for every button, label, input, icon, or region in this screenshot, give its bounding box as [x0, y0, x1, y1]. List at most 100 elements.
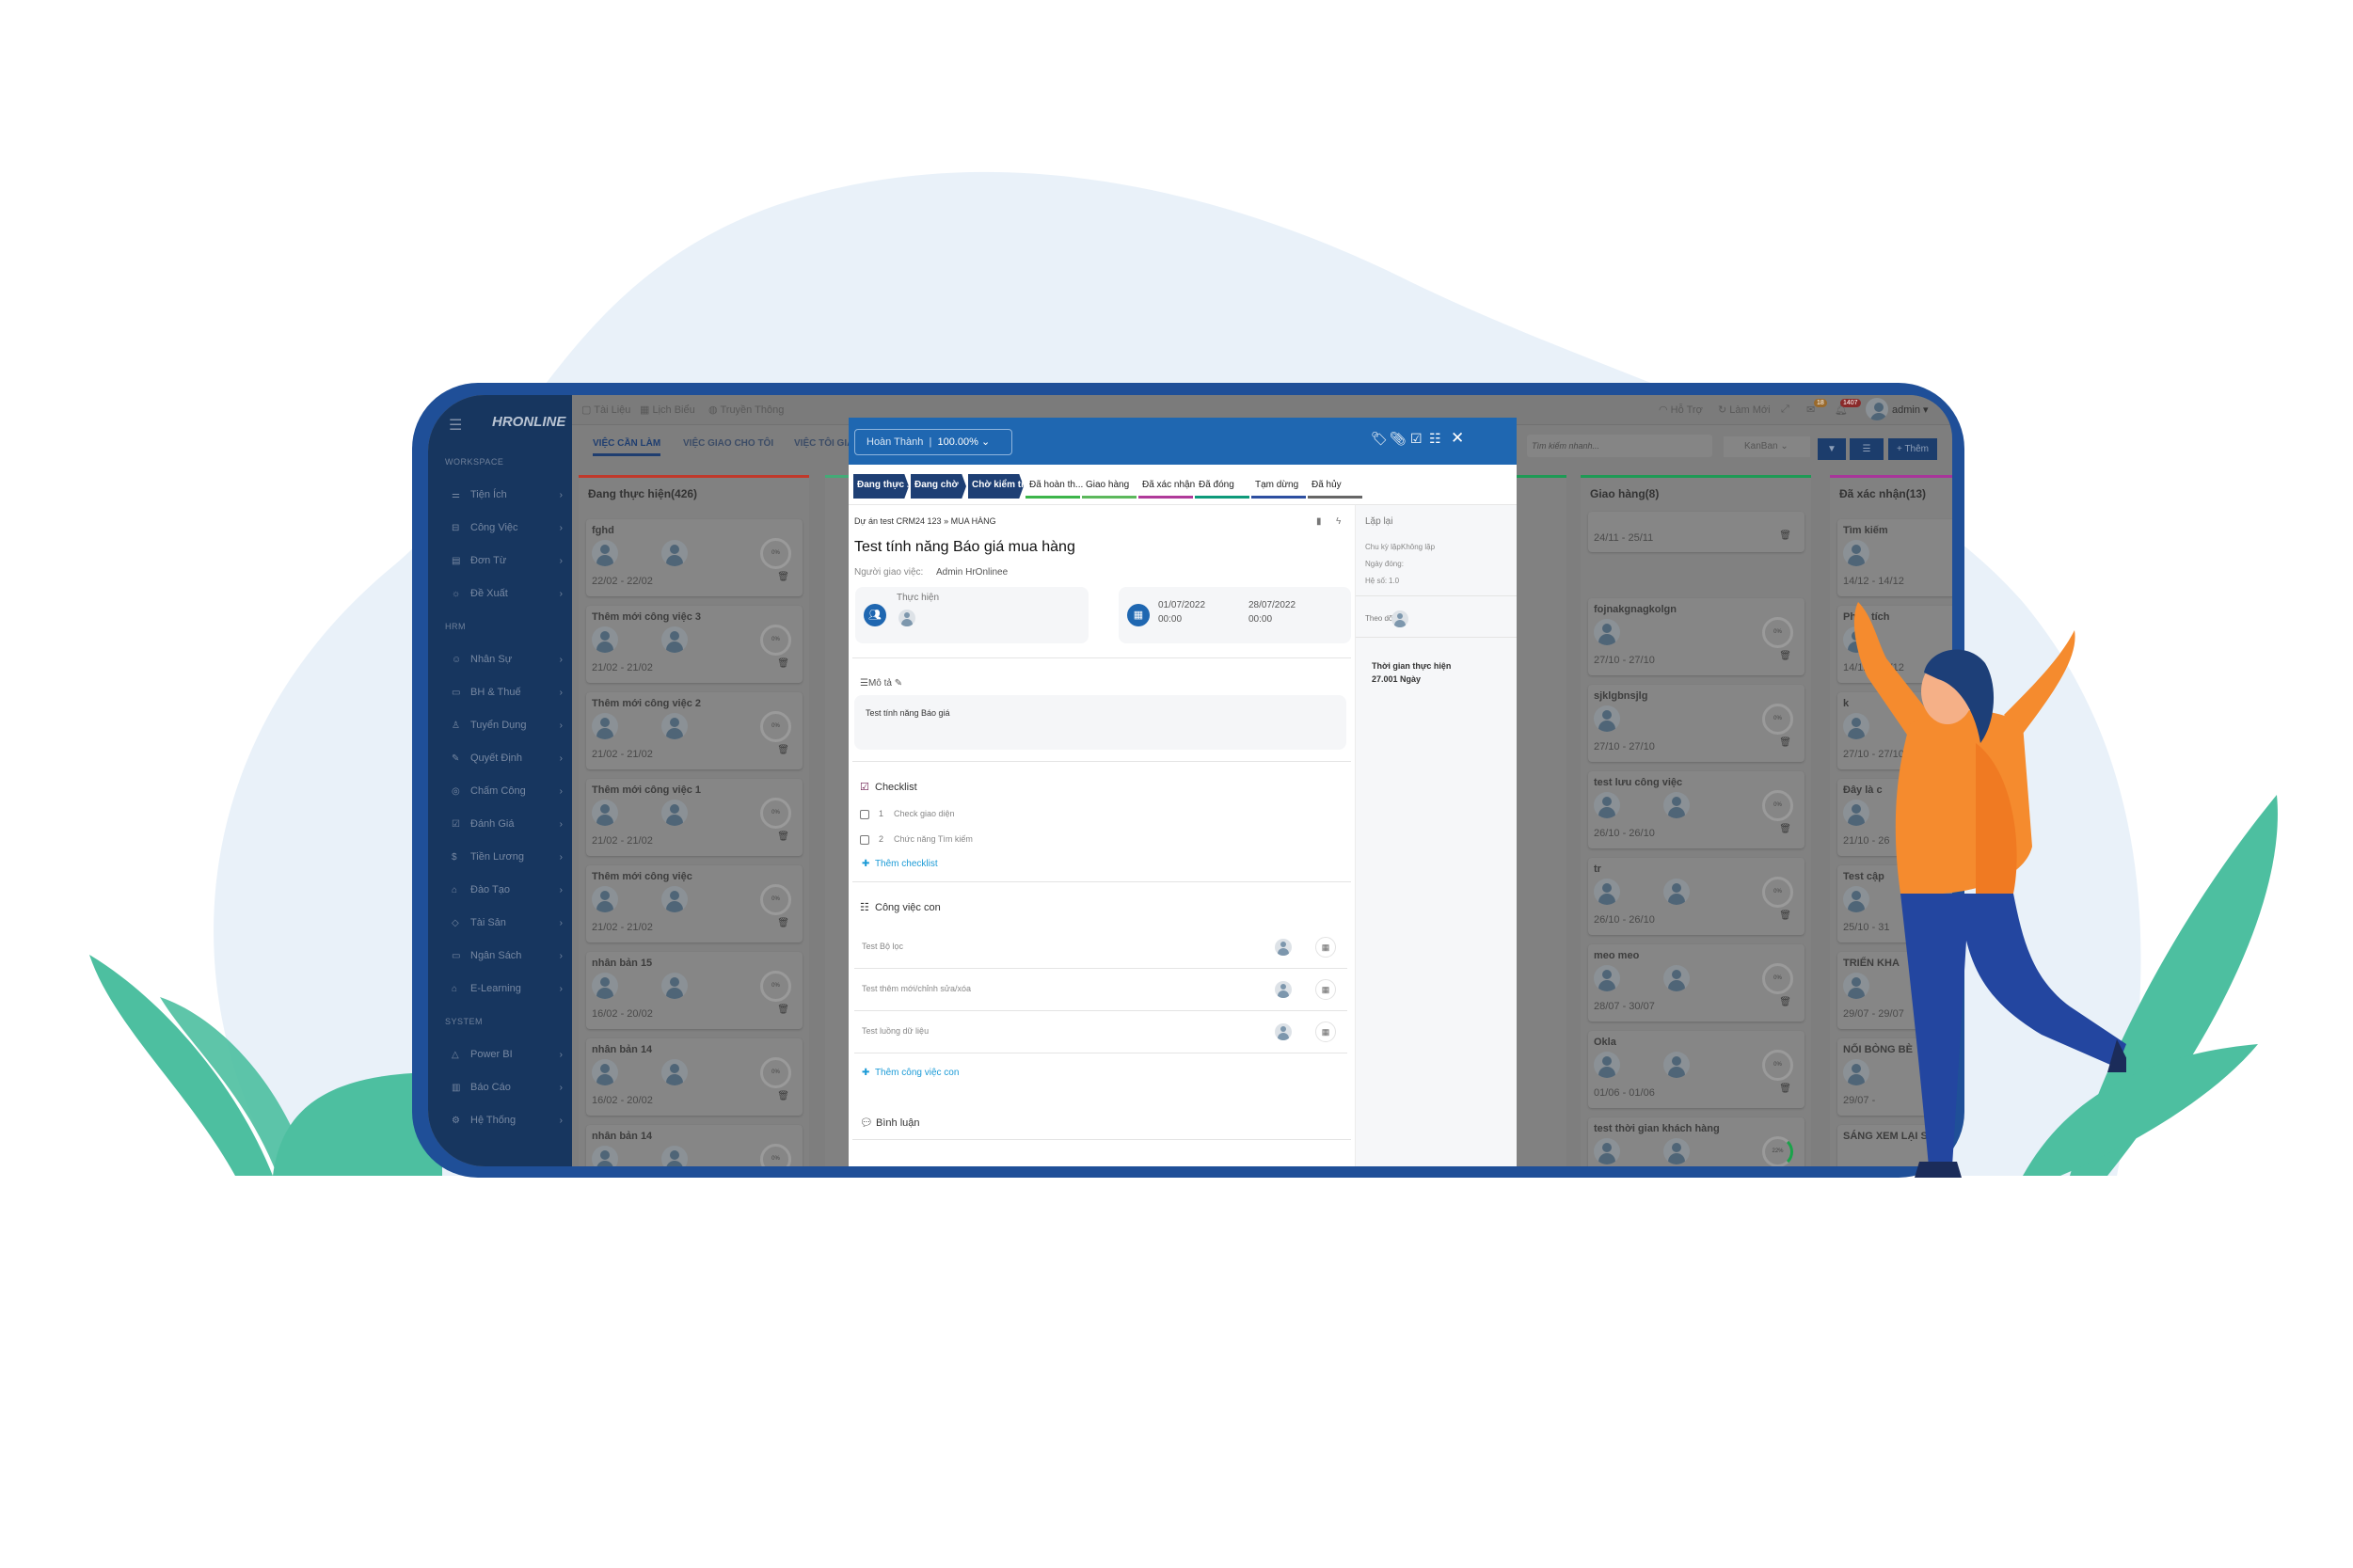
- assignee-avatar[interactable]: [1594, 619, 1620, 645]
- description-box[interactable]: Test tính năng Báo giá: [854, 695, 1346, 750]
- fullscreen-icon[interactable]: ⤢: [1781, 404, 1789, 416]
- assignee-avatar[interactable]: [1594, 705, 1620, 732]
- trash-icon[interactable]: 🗑︎: [1779, 737, 1791, 748]
- stage-tab[interactable]: Tạm dừng: [1251, 474, 1306, 499]
- performer-box[interactable]: 👥︎ Thực hiện: [855, 587, 1089, 643]
- stage-tab[interactable]: Giao hàng: [1082, 474, 1137, 499]
- task-card[interactable]: Thêm mới công việc 3 21/02 - 21/02 0% 🗑︎: [586, 606, 803, 683]
- task-card[interactable]: Thêm mới công việc 2 21/02 - 21/02 0% 🗑︎: [586, 692, 803, 769]
- task-card[interactable]: test thời gian khách hàng29/07 - 31/0822…: [1588, 1117, 1804, 1166]
- support-link[interactable]: ◠ Hỗ Trợ: [1659, 404, 1703, 416]
- checkbox-icon[interactable]: ☑: [1410, 431, 1423, 447]
- sidebar-item-nhân-sự[interactable]: ☺ Nhân Sự ›: [428, 643, 572, 676]
- assignee-avatar[interactable]: [1594, 792, 1620, 818]
- assignee-avatar[interactable]: [661, 973, 688, 999]
- task-card[interactable]: nhân bản 14 16/02 - 20/02 0% 🗑︎: [586, 1038, 803, 1116]
- assignee-avatar[interactable]: [592, 800, 618, 826]
- stage-tab[interactable]: Đã đóng: [1195, 474, 1249, 499]
- sidebar-item-đơn-từ[interactable]: ▤ Đơn Từ ›: [428, 545, 572, 578]
- trash-icon[interactable]: 🗑︎: [1779, 1084, 1791, 1094]
- sidebar-item-hệ-thống[interactable]: ⚙ Hệ Thống ›: [428, 1104, 572, 1137]
- documents-link[interactable]: ▢ Tài Liệu: [581, 404, 630, 416]
- add-button[interactable]: + Thêm: [1888, 438, 1937, 460]
- assignee-avatar[interactable]: [592, 713, 618, 739]
- sidebar-item-chấm-công[interactable]: ◎ Chấm Công ›: [428, 775, 572, 808]
- assignee-avatar[interactable]: [1663, 792, 1690, 818]
- checklist-text[interactable]: Check giao diện: [894, 809, 955, 818]
- sidebar-item-công-việc[interactable]: ⊟ Công Việc ›: [428, 512, 572, 545]
- subtask-row[interactable]: Test luồng dữ liệu ▦: [854, 1011, 1347, 1053]
- user-menu[interactable]: admin ▾: [1892, 404, 1929, 416]
- task-card[interactable]: meo meo 28/07 - 30/07 0% 🗑︎: [1588, 944, 1804, 1022]
- stage-tab[interactable]: Đang thực ...: [853, 474, 909, 499]
- assignee-avatar[interactable]: [1663, 1138, 1690, 1164]
- task-card[interactable]: tr 26/10 - 26/10 0% 🗑︎: [1588, 858, 1804, 935]
- breadcrumb[interactable]: Dự án test CRM24 123 » MUA HÀNG: [854, 516, 996, 526]
- assignee-avatar[interactable]: [1663, 965, 1690, 991]
- trash-icon[interactable]: 🗑︎: [1779, 997, 1791, 1007]
- tab-assigned-by-me[interactable]: VIỆC TÔI GIA: [794, 438, 853, 449]
- sidebar-item-tuyển-dụng[interactable]: ♙ Tuyển Dụng ›: [428, 709, 572, 742]
- trash-icon[interactable]: 🗑︎: [1779, 531, 1791, 541]
- task-card[interactable]: Thêm mới công việc 1 21/02 - 21/02 0% 🗑︎: [586, 779, 803, 856]
- trash-icon[interactable]: 🗑︎: [1779, 824, 1791, 834]
- assignee-avatar[interactable]: [1594, 965, 1620, 991]
- stage-tab[interactable]: Đã hủy: [1308, 474, 1362, 499]
- stage-tab[interactable]: Đã xác nhận: [1138, 474, 1195, 499]
- subtask-row[interactable]: Test Bộ lọc ▦: [854, 927, 1347, 969]
- paperclip-icon[interactable]: 📎︎: [1390, 431, 1407, 447]
- task-card[interactable]: fojnakgnagkolgn 27/10 - 27/10 0% 🗑︎: [1588, 598, 1804, 675]
- sidebar-item-power-bi[interactable]: △ Power BI ›: [428, 1038, 572, 1071]
- stage-tab[interactable]: Chờ kiểm tra: [968, 474, 1024, 499]
- assignee-avatar[interactable]: [592, 886, 618, 912]
- assignee-avatar[interactable]: [1594, 1052, 1620, 1078]
- assignee-avatar[interactable]: [661, 626, 688, 653]
- date-range-box[interactable]: ▦ 01/07/2022 00:00 28/07/2022 00:00: [1119, 587, 1351, 643]
- subtask-row[interactable]: Test thêm mới/chỉnh sửa/xóa ▦: [854, 969, 1347, 1011]
- task-card[interactable]: fghd 22/02 - 22/02 0% 🗑︎: [586, 519, 803, 596]
- sidebar-item-tiền-lương[interactable]: $ Tiền Lương ›: [428, 841, 572, 874]
- subtask-assignee-avatar[interactable]: [1275, 939, 1292, 956]
- quick-search-input[interactable]: Tìm kiếm nhanh...: [1527, 435, 1712, 457]
- checklist-checkbox[interactable]: [860, 810, 869, 819]
- assignee-avatar[interactable]: [592, 1059, 618, 1085]
- sidebar-item-quyết-định[interactable]: ✎ Quyết Định ›: [428, 742, 572, 775]
- subtask-calendar-icon[interactable]: ▦: [1315, 1022, 1336, 1042]
- assignee-avatar[interactable]: [661, 540, 688, 566]
- settings-button[interactable]: ☰: [1850, 438, 1884, 460]
- assignee-avatar[interactable]: [661, 886, 688, 912]
- sidebar-item-ngân-sách[interactable]: ▭ Ngân Sách ›: [428, 940, 572, 973]
- tab-todo[interactable]: VIỆC CẦN LÀM: [593, 438, 661, 456]
- subtask-calendar-icon[interactable]: ▦: [1315, 979, 1336, 1000]
- filter-button[interactable]: ▼: [1818, 438, 1846, 460]
- sidebar-item-tiện-ích[interactable]: ⚌ Tiện Ích ›: [428, 479, 572, 512]
- assignee-avatar[interactable]: [661, 713, 688, 739]
- trash-icon[interactable]: 🗑︎: [1779, 651, 1791, 661]
- task-card[interactable]: test lưu công việc 26/10 - 26/10 0% 🗑︎: [1588, 771, 1804, 848]
- sidebar-item-đào-tạo[interactable]: ⌂ Đào Tạo ›: [428, 874, 572, 907]
- cycle-value[interactable]: Không lặp: [1401, 543, 1435, 551]
- task-card[interactable]: nhân bản 15 16/02 - 20/02 0% 🗑︎: [586, 952, 803, 1029]
- assignee-avatar[interactable]: [592, 540, 618, 566]
- view-select[interactable]: KanBan ⌄: [1724, 436, 1810, 457]
- trash-icon[interactable]: 🗑︎: [777, 832, 789, 842]
- add-subtask-link[interactable]: ✚ Thêm công việc con: [862, 1068, 959, 1078]
- trash-icon[interactable]: 🗑︎: [777, 918, 789, 928]
- assignee-avatar[interactable]: [1663, 879, 1690, 905]
- tab-assigned-to-me[interactable]: VIỆC GIAO CHO TÔI: [683, 438, 773, 449]
- trash-icon[interactable]: 🗑︎: [1779, 911, 1791, 921]
- sidebar-item-e-learning[interactable]: ⌂ E-Learning ›: [428, 973, 572, 1006]
- task-card[interactable]: nhân bản 140%🗑︎: [586, 1125, 803, 1166]
- subtask-calendar-icon[interactable]: ▦: [1315, 937, 1336, 958]
- performer-avatar[interactable]: [898, 610, 915, 626]
- sidebar-item-đánh-giá[interactable]: ☑ Đánh Giá ›: [428, 808, 572, 841]
- sidebar-item-báo-cáo[interactable]: ▥ Báo Cáo ›: [428, 1071, 572, 1104]
- bolt-icon[interactable]: ϟ: [1336, 516, 1341, 527]
- hamburger-menu-icon[interactable]: ☰: [449, 416, 462, 435]
- stage-tab[interactable]: Đang chờ: [911, 474, 966, 499]
- tag-icon[interactable]: 🏷︎: [1371, 431, 1388, 447]
- task-card[interactable]: Thêm mới công việc 21/02 - 21/02 0% 🗑︎: [586, 865, 803, 942]
- bookmark-icon[interactable]: ▮: [1316, 516, 1322, 527]
- coef-value[interactable]: 1.0: [1389, 577, 1399, 585]
- list-icon[interactable]: ☷: [1429, 431, 1441, 447]
